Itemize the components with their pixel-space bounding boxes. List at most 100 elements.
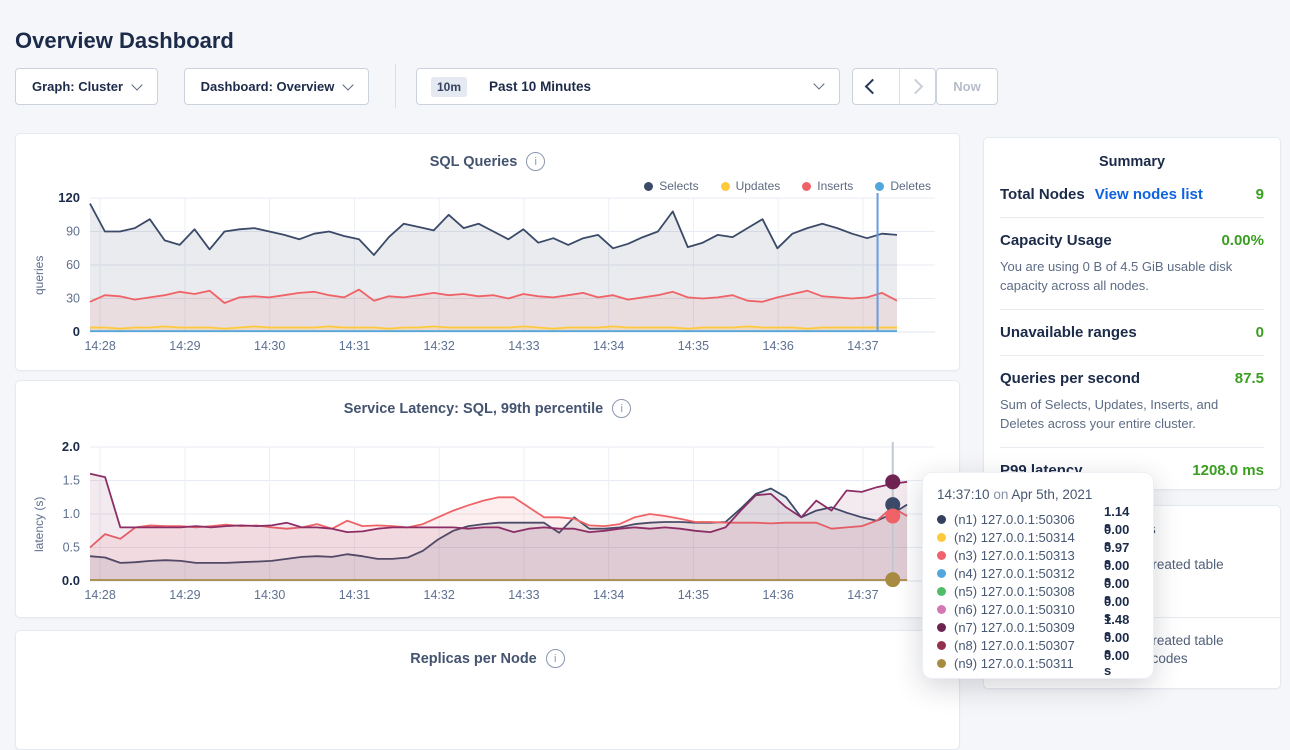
- node-latency-value: 0.00 s: [1104, 648, 1139, 678]
- node-address: (n6) 127.0.0.1:50310: [954, 602, 1104, 617]
- legend-item-inserts[interactable]: Inserts: [802, 179, 853, 193]
- svg-text:30: 30: [66, 292, 80, 306]
- node-color-dot-icon: [937, 569, 946, 578]
- dashboard-dropdown-label: Dashboard: Overview: [201, 79, 335, 94]
- legend-dot-icon: [802, 182, 811, 191]
- replicas-per-node-title: Replicas per Node i: [16, 649, 959, 668]
- dashboard-dropdown[interactable]: Dashboard: Overview: [184, 68, 369, 105]
- service-latency-chart[interactable]: 14:2814:2914:3014:3114:3214:3314:3414:35…: [26, 439, 951, 619]
- node-color-dot-icon: [937, 623, 946, 632]
- chevron-right-icon: [907, 79, 923, 95]
- summary-label: Unavailable ranges: [1000, 324, 1137, 341]
- svg-text:14:30: 14:30: [254, 588, 285, 602]
- node-address: (n9) 127.0.0.1:50311: [954, 656, 1104, 671]
- svg-text:0.0: 0.0: [62, 573, 80, 588]
- legend-label: Selects: [659, 179, 698, 193]
- svg-text:14:37: 14:37: [847, 588, 878, 602]
- node-address: (n2) 127.0.0.1:50314: [954, 530, 1104, 545]
- summary-value: 1208.0 ms: [1192, 462, 1264, 479]
- info-icon[interactable]: i: [612, 399, 631, 418]
- controls-divider: [395, 64, 396, 108]
- chevron-left-icon: [865, 79, 881, 95]
- service-latency-title: Service Latency: SQL, 99th percentile i: [16, 399, 959, 418]
- summary-row-capacity-usage: Capacity Usage 0.00% You are using 0 B o…: [1000, 217, 1264, 309]
- svg-text:60: 60: [66, 258, 80, 272]
- now-button[interactable]: Now: [936, 68, 998, 105]
- svg-text:14:28: 14:28: [84, 339, 115, 353]
- chevron-down-icon: [131, 79, 142, 90]
- svg-text:14:33: 14:33: [508, 588, 539, 602]
- node-address: (n4) 127.0.0.1:50312: [954, 566, 1104, 581]
- summary-label: Queries per second: [1000, 370, 1140, 387]
- chart-title-text: SQL Queries: [430, 154, 518, 170]
- node-address: (n3) 127.0.0.1:50313: [954, 548, 1104, 563]
- node-address: (n8) 127.0.0.1:50307: [954, 638, 1104, 653]
- summary-row-total-nodes: Total Nodes View nodes list 9: [1000, 172, 1264, 217]
- time-step-buttons: [852, 68, 936, 105]
- chart-title-text: Service Latency: SQL, 99th percentile: [344, 401, 604, 417]
- svg-text:14:31: 14:31: [339, 339, 370, 353]
- legend-label: Deletes: [890, 179, 931, 193]
- legend-dot-icon: [875, 182, 884, 191]
- chart-legend: Selects Updates Inserts Deletes: [644, 179, 931, 193]
- svg-text:14:34: 14:34: [593, 588, 624, 602]
- svg-text:14:33: 14:33: [508, 339, 539, 353]
- sql-queries-chart[interactable]: 14:2814:2914:3014:3114:3214:3314:3414:35…: [26, 192, 951, 372]
- svg-text:0.5: 0.5: [63, 541, 80, 555]
- legend-label: Inserts: [817, 179, 853, 193]
- node-address: (n7) 127.0.0.1:50309: [954, 620, 1104, 635]
- info-icon[interactable]: i: [546, 649, 565, 668]
- summary-value: 9: [1256, 186, 1264, 203]
- summary-value: 0.00%: [1221, 232, 1264, 249]
- summary-row-unavailable-ranges: Unavailable ranges 0: [1000, 309, 1264, 355]
- svg-text:14:31: 14:31: [339, 588, 370, 602]
- summary-row-queries-per-second: Queries per second 87.5 Sum of Selects, …: [1000, 355, 1264, 447]
- time-step-forward-button[interactable]: [899, 69, 936, 104]
- sql-queries-panel: SQL Queries i Selects Updates Inserts Delet…: [15, 133, 960, 371]
- graph-dropdown[interactable]: Graph: Cluster: [15, 68, 158, 105]
- time-step-back-button[interactable]: [853, 69, 889, 104]
- summary-value: 87.5: [1235, 370, 1264, 387]
- summary-label: Total Nodes: [1000, 186, 1085, 203]
- svg-text:14:35: 14:35: [678, 339, 709, 353]
- replicas-per-node-panel: Replicas per Node i: [15, 630, 960, 750]
- summary-description: Sum of Selects, Updates, Inserts, and De…: [1000, 395, 1264, 433]
- svg-text:14:34: 14:34: [593, 339, 624, 353]
- time-range-dropdown[interactable]: 10m Past 10 Minutes: [416, 68, 840, 105]
- legend-item-updates[interactable]: Updates: [721, 179, 781, 193]
- svg-text:1.0: 1.0: [63, 507, 80, 521]
- tooltip-timestamp: 14:37:10 on Apr 5th, 2021: [937, 487, 1139, 502]
- tooltip-node-row: (n9) 127.0.0.1:503110.00 s: [937, 654, 1139, 672]
- time-range-badge: 10m: [431, 77, 467, 97]
- svg-text:14:35: 14:35: [678, 588, 709, 602]
- svg-text:14:37: 14:37: [847, 339, 878, 353]
- summary-panel: Summary Total Nodes View nodes list 9 Ca…: [983, 137, 1281, 490]
- svg-text:14:32: 14:32: [424, 588, 455, 602]
- service-latency-panel: Service Latency: SQL, 99th percentile i …: [15, 380, 960, 618]
- node-address: (n1) 127.0.0.1:50306: [954, 512, 1104, 527]
- svg-text:2.0: 2.0: [62, 439, 80, 454]
- summary-description: You are using 0 B of 4.5 GiB usable disk…: [1000, 257, 1264, 295]
- node-address: (n5) 127.0.0.1:50308: [954, 584, 1104, 599]
- sql-queries-title: SQL Queries i: [16, 152, 959, 171]
- svg-text:90: 90: [66, 225, 80, 239]
- svg-text:14:36: 14:36: [763, 588, 794, 602]
- graph-dropdown-label: Graph: Cluster: [32, 79, 123, 94]
- time-range-label: Past 10 Minutes: [489, 79, 591, 94]
- info-icon[interactable]: i: [526, 152, 545, 171]
- svg-text:14:28: 14:28: [84, 588, 115, 602]
- legend-item-deletes[interactable]: Deletes: [875, 179, 931, 193]
- svg-text:1.5: 1.5: [63, 474, 80, 488]
- summary-label: Capacity Usage: [1000, 232, 1112, 249]
- svg-text:120: 120: [58, 192, 80, 205]
- view-nodes-list-link[interactable]: View nodes list: [1095, 186, 1203, 203]
- tooltip-conjunction: on: [993, 487, 1008, 502]
- chart-title-text: Replicas per Node: [410, 651, 537, 667]
- node-color-dot-icon: [937, 605, 946, 614]
- legend-label: Updates: [736, 179, 781, 193]
- legend-item-selects[interactable]: Selects: [644, 179, 698, 193]
- chevron-down-icon: [813, 78, 824, 89]
- tooltip-rows: (n1) 127.0.0.1:503061.14 s(n2) 127.0.0.1…: [937, 510, 1139, 672]
- node-color-dot-icon: [937, 533, 946, 542]
- svg-text:14:32: 14:32: [424, 339, 455, 353]
